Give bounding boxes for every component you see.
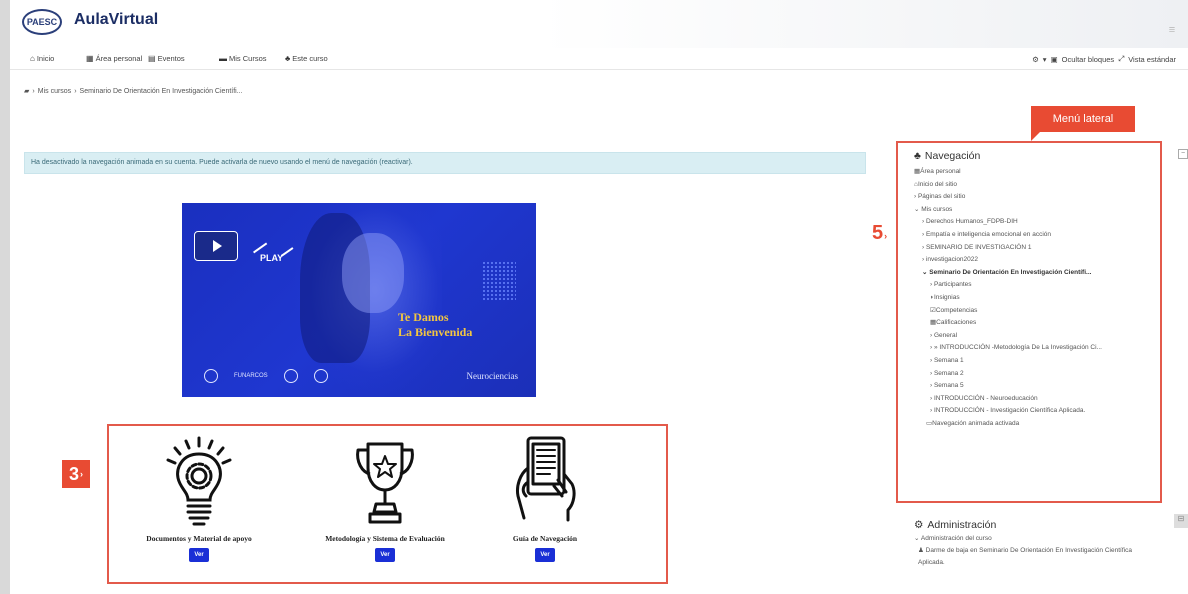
resources-section: Documentos y Material de apoyo Ver Metod… xyxy=(107,424,668,584)
courses-icon: ▬ xyxy=(219,54,227,63)
gears-icon: ⚙ xyxy=(914,519,924,531)
user-icon: ♟ xyxy=(918,547,926,554)
ver-button[interactable]: Ver xyxy=(535,548,555,562)
menu-lateral-tag: Menú lateral xyxy=(1031,106,1135,132)
nav-item-dashboard[interactable]: ▦ Área personal xyxy=(86,54,142,63)
ver-button[interactable]: Ver xyxy=(189,548,209,562)
nav-item-label: Inicio xyxy=(36,54,55,63)
menu-icon[interactable]: ≡ xyxy=(1162,24,1182,44)
site-header: PAESC AulaVirtual ≡ xyxy=(10,0,1188,48)
navbar-right-tools: ⚙ ▾ ▣ Ocultar bloques ⤢ Vista estándar xyxy=(1032,54,1176,64)
browser-page: PAESC AulaVirtual ≡ ⌂ Inicio ▦ Área pers… xyxy=(10,0,1188,594)
dot-pattern xyxy=(482,261,516,301)
nav-section-item[interactable]: › Semana 2 xyxy=(914,368,1158,381)
nav-link-dashboard[interactable]: ▦Área personal xyxy=(914,166,1158,179)
nav-course-item[interactable]: › investigacion2022 xyxy=(914,254,1158,267)
nav-item-this-course[interactable]: ♣ Este curso xyxy=(285,54,328,63)
top-navbar: ⌂ Inicio ▦ Área personal ▤ Eventos ▬ Mis… xyxy=(10,48,1188,70)
folder-icon[interactable]: ▰ xyxy=(24,87,29,95)
brand-name: Neurociencias xyxy=(466,371,518,381)
administration-block: ⚙ Administración ⌄ Administración del cu… xyxy=(914,517,1184,569)
partner-seal-icon xyxy=(313,369,328,383)
nav-section-item[interactable]: › » INTRODUCCIÓN -Metodología De La Inve… xyxy=(914,342,1158,355)
resource-evaluation: Metodología y Sistema de Evaluación Ver xyxy=(295,434,475,562)
info-notice: Ha desactivado la navegación animada en … xyxy=(24,152,866,174)
nav-item-my-courses[interactable]: ▬ Mis Cursos xyxy=(219,54,267,63)
nav-item-label: Mis Cursos xyxy=(229,54,267,63)
nav-current-course[interactable]: ⌄ Seminario De Orientación En Investigac… xyxy=(914,267,1158,280)
resource-label: Metodología y Sistema de Evaluación xyxy=(325,534,445,543)
trophy-icon xyxy=(356,442,414,524)
admin-unenrol-link-cont[interactable]: Aplicada. xyxy=(914,557,1184,569)
breadcrumb: ▰ › Mis cursos › Seminario De Orientació… xyxy=(24,87,243,96)
nav-section-item[interactable]: › INTRODUCCIÓN - Neuroeducación xyxy=(914,393,1158,406)
nav-item-label: Área personal xyxy=(95,54,143,63)
nav-section-item[interactable]: › Semana 5 xyxy=(914,380,1158,393)
expand-icon: ⤢ xyxy=(1118,54,1125,63)
nav-link-site-home[interactable]: ⌂Inicio del sitio xyxy=(914,179,1158,192)
navigation-heading: ♣ Navegación xyxy=(914,150,981,162)
resource-label: Guía de Navegación xyxy=(512,534,578,543)
play-icon xyxy=(212,240,222,252)
dock-block-icon[interactable]: ⊟ xyxy=(1174,514,1188,528)
calendar-icon: ▤ xyxy=(148,54,156,63)
tablet-hand-icon xyxy=(516,436,576,522)
nav-course-item[interactable]: › Empatía e inteligencia emocional en ac… xyxy=(914,229,1158,242)
chevron-down-icon[interactable]: ▾ xyxy=(1043,55,1047,64)
resource-navigation-guide: Guía de Navegación Ver xyxy=(455,434,635,562)
dashboard-icon: ▦ xyxy=(86,54,94,63)
partner-name: FUNARCOS xyxy=(234,373,268,379)
blocks-icon: ▣ xyxy=(1050,54,1058,64)
nav-item-label: Este curso xyxy=(292,54,328,63)
breadcrumb-course[interactable]: Seminario De Orientación En Investigació… xyxy=(80,88,243,95)
callout-5: 5› xyxy=(872,222,888,244)
hide-blocks-link[interactable]: Ocultar bloques xyxy=(1062,55,1115,64)
callout-3: 3 › xyxy=(62,460,90,488)
nav-section-item[interactable]: › Semana 1 xyxy=(914,355,1158,368)
nav-animated-toggle[interactable]: ▭Navegación animada activada xyxy=(914,418,1158,431)
nav-course-item[interactable]: › Derechos Humanos_FDPB-DIH xyxy=(914,216,1158,229)
nav-section-item[interactable]: › INTRODUCCIÓN - Investigación Científic… xyxy=(914,405,1158,418)
navigation-block: ♣ Navegación ▦Área personal ⌂Inicio del … xyxy=(914,146,1158,430)
nav-course-item[interactable]: › SEMINARIO DE INVESTIGACIÓN 1 xyxy=(914,242,1158,255)
nav-link-my-courses[interactable]: ⌄ Mis cursos xyxy=(914,204,1158,217)
site-title[interactable]: AulaVirtual xyxy=(74,11,158,29)
nav-link-competencies[interactable]: ☑Competencias xyxy=(914,305,1158,318)
ver-button[interactable]: Ver xyxy=(375,548,395,562)
welcome-text: Te Damos La Bienvenida xyxy=(398,310,473,339)
resource-label: Documentos y Material de apoyo xyxy=(146,534,252,543)
resource-documents: Documentos y Material de apoyo Ver xyxy=(109,434,289,562)
site-logo[interactable]: PAESC xyxy=(22,9,62,35)
standard-view-link[interactable]: Vista estándar xyxy=(1128,55,1176,64)
welcome-video[interactable]: PLAY Te Damos La Bienvenida FUNARCOS Neu… xyxy=(182,203,536,397)
administration-heading: ⚙ Administración xyxy=(914,519,997,531)
nav-link-grades[interactable]: ▦Calificaciones xyxy=(914,317,1158,330)
nav-link-badges[interactable]: ◗Insignias xyxy=(914,292,1158,305)
home-icon: ⌂ xyxy=(30,54,35,63)
nav-link-site-pages[interactable]: › Páginas del sitio xyxy=(914,191,1158,204)
admin-unenrol-link[interactable]: ♟ Darme de baja en Seminario De Orientac… xyxy=(914,545,1184,557)
nav-item-label: Eventos xyxy=(157,54,185,63)
collapse-block-icon[interactable]: − xyxy=(1178,149,1188,159)
lightbulb-gear-icon xyxy=(166,436,232,526)
play-button[interactable] xyxy=(194,231,238,261)
gear-icon[interactable]: ⚙ xyxy=(1032,55,1039,64)
partner-seal-icon xyxy=(204,369,218,383)
admin-course-admin[interactable]: ⌄ Administración del curso xyxy=(914,533,1184,545)
sitemap-icon: ♣ xyxy=(285,54,291,63)
sitemap-icon: ♣ xyxy=(914,150,921,162)
nav-item-home[interactable]: ⌂ Inicio xyxy=(30,54,54,63)
nav-link-participants[interactable]: › Participantes xyxy=(914,279,1158,292)
nav-section-item[interactable]: › General xyxy=(914,330,1158,343)
nav-item-events[interactable]: ▤ Eventos xyxy=(148,54,185,63)
play-label: PLAY xyxy=(260,253,284,263)
breadcrumb-my-courses[interactable]: Mis cursos xyxy=(38,88,71,95)
partner-seal-icon xyxy=(283,369,298,383)
